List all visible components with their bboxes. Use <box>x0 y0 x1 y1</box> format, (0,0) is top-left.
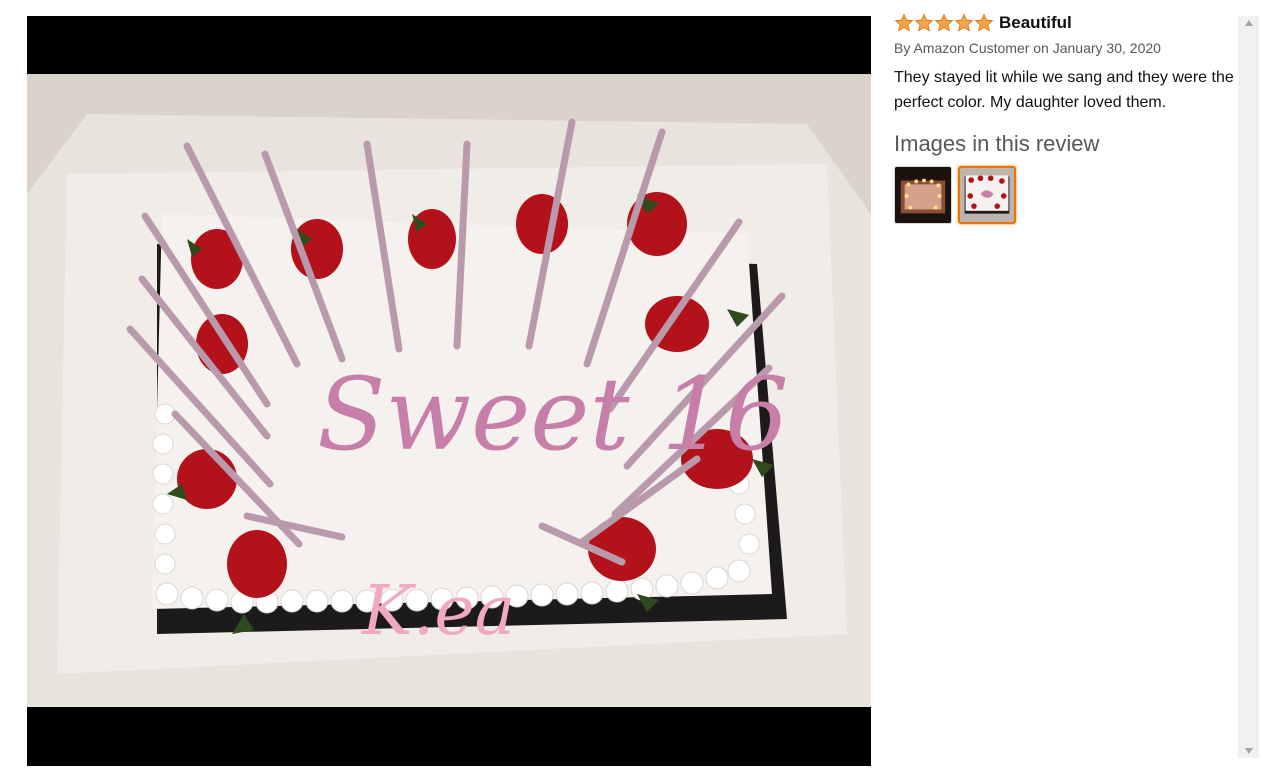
review-title: Beautiful <box>999 13 1072 32</box>
scroll-up-arrow-icon[interactable] <box>1238 16 1259 30</box>
review-thumbnails <box>894 166 1234 224</box>
cake-lit-candles-thumbnail-icon <box>895 167 951 223</box>
vertical-scrollbar[interactable] <box>1238 16 1259 758</box>
star-icon <box>914 13 934 32</box>
image-viewer: Sweet 16 K.ea <box>27 16 871 766</box>
svg-text:K.ea: K.ea <box>360 572 515 651</box>
review-body: They stayed lit while we sang and they w… <box>894 69 1234 111</box>
cake-sweet-16-thumbnail-icon <box>960 168 1014 222</box>
star-icon <box>974 13 994 32</box>
main-review-image[interactable]: Sweet 16 K.ea <box>27 74 871 707</box>
review-title-row: Beautiful <box>894 12 1234 34</box>
star-icon <box>934 13 954 32</box>
svg-text:Sweet 16: Sweet 16 <box>317 356 789 473</box>
review-thumbnail-1[interactable] <box>894 166 952 224</box>
review-panel: Beautiful By Amazon Customer on January … <box>894 12 1234 224</box>
images-heading: Images in this review <box>894 131 1100 156</box>
star-rating <box>894 13 994 33</box>
star-icon <box>954 13 974 32</box>
review-byline: By Amazon Customer on January 30, 2020 <box>894 40 1161 56</box>
cake-photo-icon: Sweet 16 K.ea <box>27 74 871 707</box>
scroll-down-arrow-icon[interactable] <box>1238 744 1259 758</box>
star-icon <box>894 13 914 32</box>
review-thumbnail-2[interactable] <box>958 166 1016 224</box>
